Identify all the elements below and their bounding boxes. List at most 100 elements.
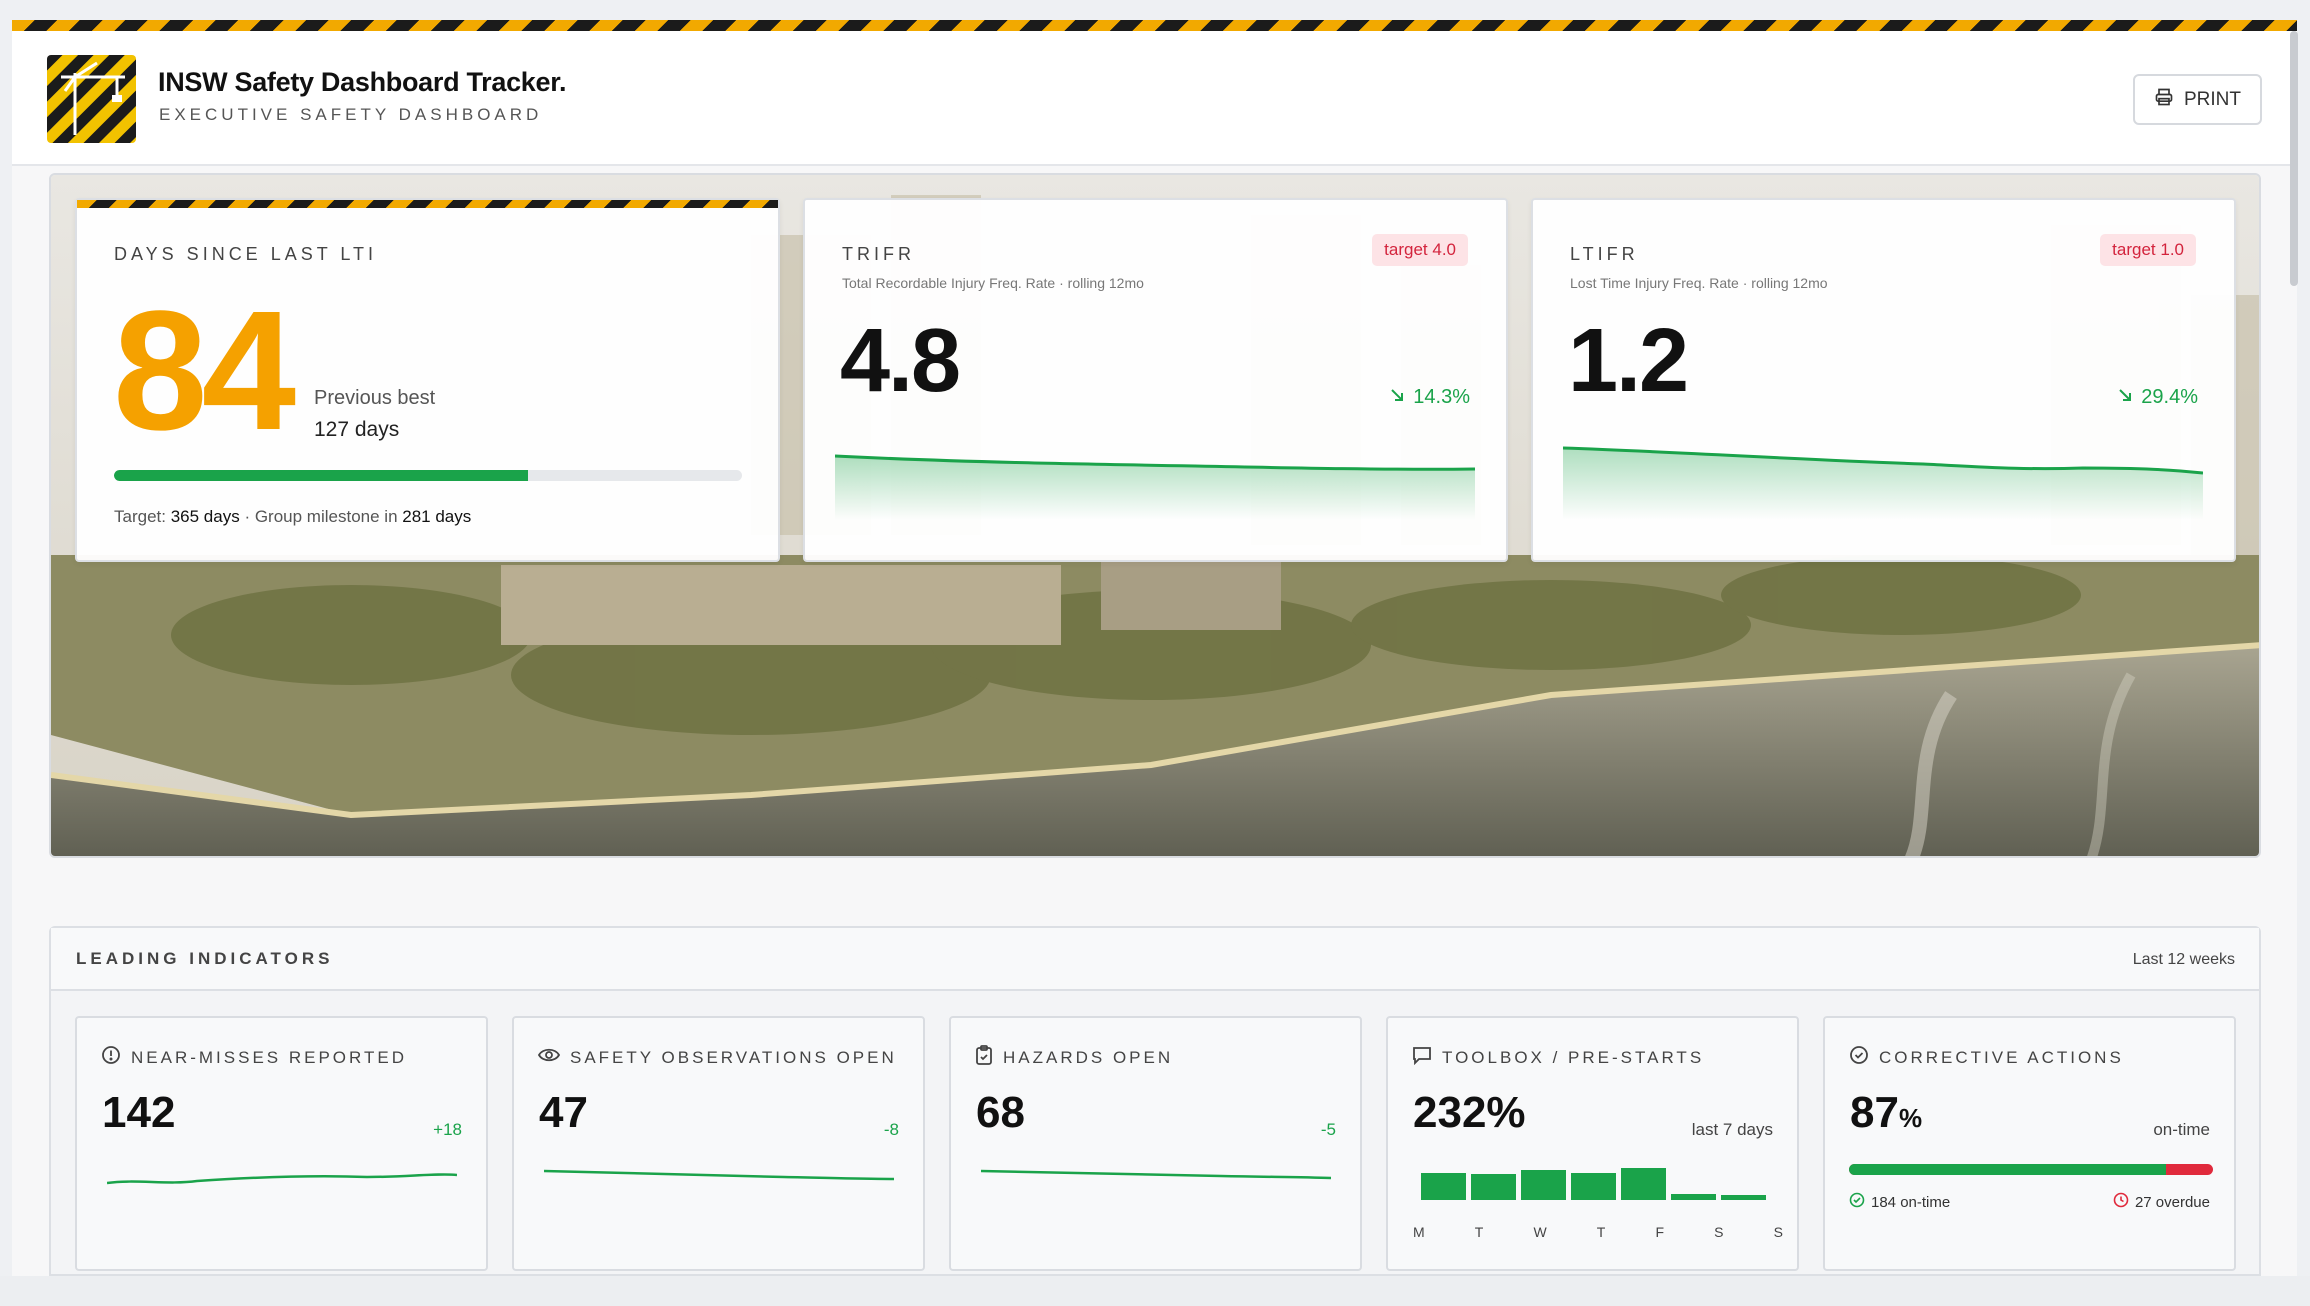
hazards-sparkline — [981, 1169, 1331, 1180]
toolbox-prestarts-card: TOOLBOX / PRE-STARTS 232% last 7 days M T… — [1386, 1016, 1799, 1271]
hero-kpi-section: DAYS SINCE LAST LTI 84 Previous best 127… — [49, 173, 2261, 858]
toolbox-bar — [1471, 1174, 1516, 1200]
corrective-unit: % — [1898, 1103, 1923, 1133]
target-badge: target 1.0 — [2100, 234, 2196, 266]
clock-icon — [2113, 1192, 2129, 1212]
trifr-sparkline — [835, 454, 1475, 520]
ltifr-sparkline — [1563, 446, 2203, 520]
near-misses-delta: +18 — [433, 1120, 462, 1139]
lti-progress-fill — [114, 470, 529, 481]
toolbox-bar — [1621, 1168, 1666, 1200]
ltifr-value: 1.2 — [1568, 311, 1689, 411]
bottom-strip — [0, 1276, 2310, 1306]
near-misses-sparkline — [107, 1173, 457, 1185]
trifr-card: TRIFR Total Recordable Injury Freq. Rate… — [803, 198, 1508, 562]
scrollbar[interactable] — [2290, 31, 2298, 286]
kpi-subtitle: Lost Time Injury Freq. Rate · rolling 12… — [1570, 275, 1828, 291]
leading-indicators-header: LEADING INDICATORS Last 12 weeks — [51, 928, 2259, 991]
corrective-note: on-time — [2153, 1120, 2210, 1139]
day-label: W — [1533, 1224, 1547, 1240]
corrective-number: 87 — [1850, 1088, 1899, 1137]
toolbox-bar — [1671, 1194, 1716, 1200]
app-subtitle: EXECUTIVE SAFETY DASHBOARD — [159, 105, 543, 124]
lti-target-footer: Target: 365 days · Group milestone in 28… — [114, 507, 471, 527]
card-label: NEAR-MISSES REPORTED — [131, 1047, 408, 1067]
target-value: 365 days — [170, 507, 240, 526]
print-button[interactable]: PRINT — [2133, 74, 2262, 125]
previous-best-value: 127 days — [314, 418, 400, 441]
near-misses-value: 142 — [102, 1088, 176, 1137]
previous-best-label: Previous best — [314, 387, 436, 409]
milestone-value: 281 days — [402, 507, 472, 526]
corrective-actions-card: CORRECTIVE ACTIONS 87% on-time 184 on-ti… — [1823, 1016, 2236, 1271]
day-label: M — [1413, 1224, 1425, 1240]
ltifr-delta: 29.4% — [2117, 386, 2198, 409]
corrective-progress-fill — [1849, 1164, 2166, 1175]
corrective-progress-bar — [1849, 1164, 2213, 1175]
toolbox-bar-chart — [1421, 1168, 1766, 1200]
card-label: CORRECTIVE ACTIONS — [1879, 1047, 2124, 1067]
overdue-text: 27 overdue — [2134, 1193, 2210, 1211]
kpi-subtitle: Total Recordable Injury Freq. Rate · rol… — [842, 275, 1144, 291]
card-header: SAFETY OBSERVATIONS OPEN — [537, 1045, 897, 1070]
toolbox-bar — [1721, 1195, 1766, 1200]
card-header: TOOLBOX / PRE-STARTS — [1412, 1045, 1704, 1070]
card-label: HAZARDS OPEN — [1003, 1047, 1174, 1067]
hazards-value: 68 — [976, 1088, 1025, 1137]
day-label: F — [1655, 1224, 1665, 1240]
ontime-count: 184 on-time — [1849, 1192, 1950, 1212]
card-label: SAFETY OBSERVATIONS OPEN — [570, 1047, 897, 1067]
day-label: T — [1474, 1224, 1484, 1240]
app-header: INSW Safety Dashboard Tracker. EXECUTIVE… — [12, 31, 2297, 166]
ontime-text: 184 on-time — [1871, 1193, 1951, 1211]
delta-value: 14.3% — [1413, 386, 1470, 408]
hazard-stripe-top — [12, 20, 2297, 31]
print-button-label: PRINT — [2184, 88, 2241, 110]
hazard-stripe — [77, 200, 778, 208]
hazards-delta: -5 — [1320, 1120, 1336, 1139]
trifr-value: 4.8 — [840, 311, 961, 411]
clipboard-icon — [975, 1045, 993, 1070]
toolbox-value: 232% — [1413, 1088, 1526, 1137]
eye-icon — [537, 1045, 561, 1070]
ltifr-card: LTIFR Lost Time Injury Freq. Rate · roll… — [1531, 198, 2236, 562]
card-header: CORRECTIVE ACTIONS — [1849, 1045, 2124, 1070]
crane-logo-icon — [47, 55, 136, 143]
toolbox-bar — [1421, 1173, 1466, 1200]
target-prefix: Target: — [114, 507, 166, 526]
day-label: S — [1773, 1224, 1783, 1240]
kpi-label: LTIFR — [1570, 244, 1639, 264]
check-circle-icon — [1849, 1045, 1869, 1070]
kpi-label: DAYS SINCE LAST LTI — [114, 244, 378, 264]
leading-indicators-section: LEADING INDICATORS Last 12 weeks NEAR-MI… — [49, 926, 2261, 1276]
observations-delta: -8 — [883, 1120, 899, 1139]
toolbox-note: last 7 days — [1691, 1120, 1773, 1139]
days-since-lti-card: DAYS SINCE LAST LTI 84 Previous best 127… — [75, 198, 780, 562]
printer-icon — [2154, 87, 2174, 113]
milestone-text: · Group milestone in — [244, 507, 398, 526]
alert-circle-icon — [101, 1045, 121, 1070]
overdue-count: 27 overdue — [2113, 1192, 2210, 1212]
message-square-icon — [1412, 1045, 1432, 1070]
toolbox-bar — [1521, 1170, 1566, 1200]
toolbox-bar — [1571, 1173, 1616, 1200]
target-badge: target 4.0 — [1372, 234, 1468, 266]
day-label: T — [1596, 1224, 1606, 1240]
arrow-down-right-icon — [2117, 386, 2133, 409]
corrective-value: 87% — [1850, 1088, 1922, 1138]
card-label: TOOLBOX / PRE-STARTS — [1442, 1047, 1705, 1067]
page: INSW Safety Dashboard Tracker. EXECUTIVE… — [12, 31, 2297, 1276]
days-since-lti-value: 84 — [113, 276, 296, 466]
arrow-down-right-icon — [1389, 386, 1405, 409]
card-header: HAZARDS OPEN — [975, 1045, 1173, 1070]
safety-observations-card: SAFETY OBSERVATIONS OPEN 47 -8 — [512, 1016, 925, 1271]
delta-value: 29.4% — [2141, 386, 2198, 408]
check-circle-icon — [1849, 1192, 1865, 1212]
trifr-delta: 14.3% — [1389, 386, 1470, 409]
toolbox-day-labels: MTWTFSS — [1413, 1224, 1783, 1240]
near-misses-card: NEAR-MISSES REPORTED 142 +18 — [75, 1016, 488, 1271]
observations-sparkline — [544, 1169, 894, 1181]
hazards-open-card: HAZARDS OPEN 68 -5 — [949, 1016, 1362, 1271]
period-label: Last 12 weeks — [2132, 951, 2235, 968]
day-label: S — [1714, 1224, 1724, 1240]
